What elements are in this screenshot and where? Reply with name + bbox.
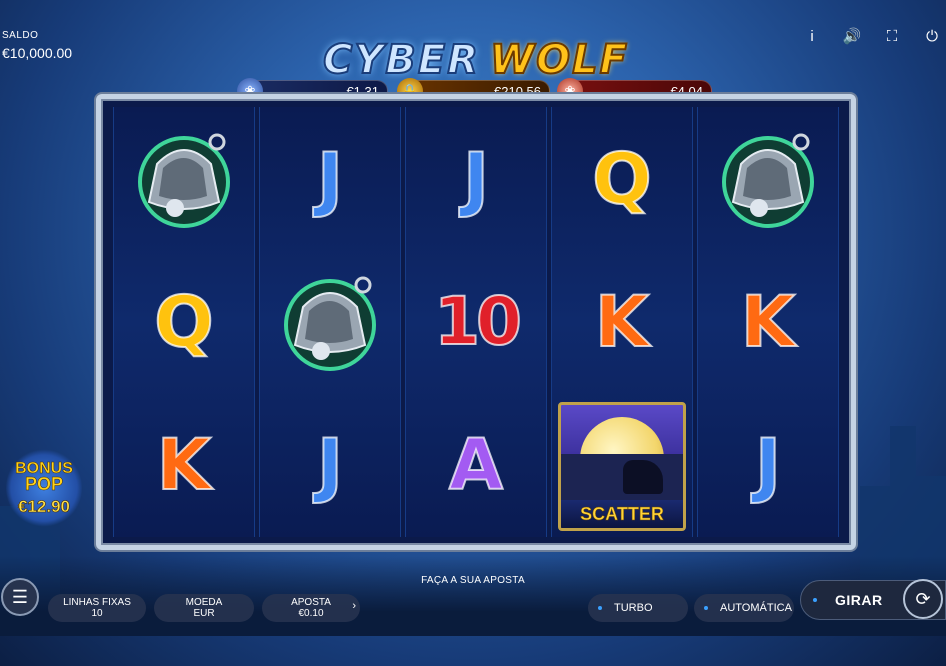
spin-icon[interactable]: ⟳ — [903, 579, 943, 619]
turbo-label: TURBO — [614, 602, 653, 614]
symbol-k: K — [594, 280, 650, 363]
autoplay-label: AUTOMÁTICA — [720, 602, 792, 614]
power-icon[interactable]: ⏻ — [922, 26, 942, 46]
reel-cell: K — [698, 250, 838, 393]
scatter-symbol: SCATTER — [558, 401, 686, 531]
lines-label: LINHAS FIXAS — [63, 597, 131, 608]
balance-value: €10,000.00 — [2, 45, 73, 61]
symbol-q: Q — [153, 280, 214, 363]
bonus-pop-badge[interactable]: BONUS POP €12.90 — [6, 448, 82, 528]
bell-symbol-icon — [713, 124, 823, 234]
reel-cell: 10 — [406, 250, 546, 393]
reel-cell — [260, 250, 400, 393]
hamburger-icon: ☰ — [11, 586, 29, 607]
lines-selector[interactable]: LINHAS FIXAS 10 — [48, 594, 146, 622]
reel-cell: J — [260, 394, 400, 537]
reel-cell: A — [406, 394, 546, 537]
reel-cell: J — [260, 107, 400, 250]
coin-value: EUR — [193, 608, 215, 619]
reel-cell — [114, 107, 254, 250]
bet-selector[interactable]: APOSTA €0.10 › — [262, 594, 360, 622]
info-icon[interactable]: i — [802, 26, 822, 46]
reel-cell: J — [698, 394, 838, 537]
reel-cell — [698, 107, 838, 250]
symbol-k: K — [740, 280, 796, 363]
logo-word-wolf: WOLF — [489, 36, 629, 84]
reel-3: J 10 A — [405, 107, 547, 537]
city-silhouette — [561, 453, 683, 500]
reel-cell: Q — [552, 107, 692, 250]
coin-selector[interactable]: MOEDA EUR — [154, 594, 254, 622]
turbo-toggle[interactable]: TURBO — [588, 594, 688, 622]
reel-cell: K — [552, 250, 692, 393]
place-bet-label: FAÇA A SUA APOSTA — [421, 575, 525, 586]
reel-cell: Q — [114, 250, 254, 393]
symbol-10: 10 — [433, 282, 523, 360]
game-logo: CYBER WOLF — [282, 36, 670, 84]
reels-frame: QKJ J J 10 A Q K SCATTER KJ — [96, 94, 856, 550]
reel-cell: K — [114, 394, 254, 537]
symbol-j: J — [462, 137, 490, 220]
scatter-label: SCATTER — [561, 499, 683, 528]
symbol-j: J — [316, 137, 344, 220]
autoplay-indicator — [704, 606, 708, 610]
reel-4: Q K SCATTER — [551, 107, 693, 537]
bell-symbol-icon — [129, 124, 239, 234]
spin-indicator — [813, 598, 817, 602]
balance-panel: SALDO €10,000.00 — [2, 30, 72, 61]
chevron-right-icon: › — [352, 600, 356, 612]
reel-cell: J — [406, 107, 546, 250]
reel-1: QK — [113, 107, 255, 537]
lines-value: 10 — [91, 608, 103, 619]
top-toolbar: i 🔊 ⛶ ⏻ — [802, 26, 942, 46]
bell-symbol-icon — [275, 267, 385, 377]
logo-word-cyber: CYBER — [322, 36, 480, 84]
bet-value: €0.10 — [298, 608, 324, 619]
spin-label: GIRAR — [835, 592, 883, 608]
symbol-k: K — [156, 424, 212, 507]
spin-button[interactable]: GIRAR ⟳ — [800, 579, 946, 620]
coin-label: MOEDA — [185, 597, 223, 608]
control-bar: ☰ LINHAS FIXAS 10 MOEDA EUR APOSTA €0.10… — [0, 578, 946, 628]
sound-icon[interactable]: 🔊 — [842, 26, 862, 46]
bet-label: APOSTA — [291, 597, 331, 608]
bonus-pop-value: €12.90 — [18, 496, 71, 516]
autoplay-toggle[interactable]: AUTOMÁTICA — [694, 594, 794, 622]
symbol-j: J — [316, 424, 344, 507]
symbol-a: A — [448, 424, 504, 507]
wolf-icon — [623, 459, 663, 494]
symbol-q: Q — [591, 137, 652, 220]
reel-cell: SCATTER — [552, 394, 692, 537]
menu-button[interactable]: ☰ — [1, 578, 39, 616]
reel-2: J J — [259, 107, 401, 537]
reel-5: KJ — [697, 107, 839, 537]
balance-label: SALDO — [2, 30, 39, 41]
reels-grid: QKJ J J 10 A Q K SCATTER KJ — [113, 107, 839, 537]
turbo-indicator — [598, 606, 602, 610]
fullscreen-icon[interactable]: ⛶ — [882, 26, 902, 46]
bonus-pop-line2: POP — [24, 473, 64, 494]
symbol-j: J — [754, 424, 782, 507]
